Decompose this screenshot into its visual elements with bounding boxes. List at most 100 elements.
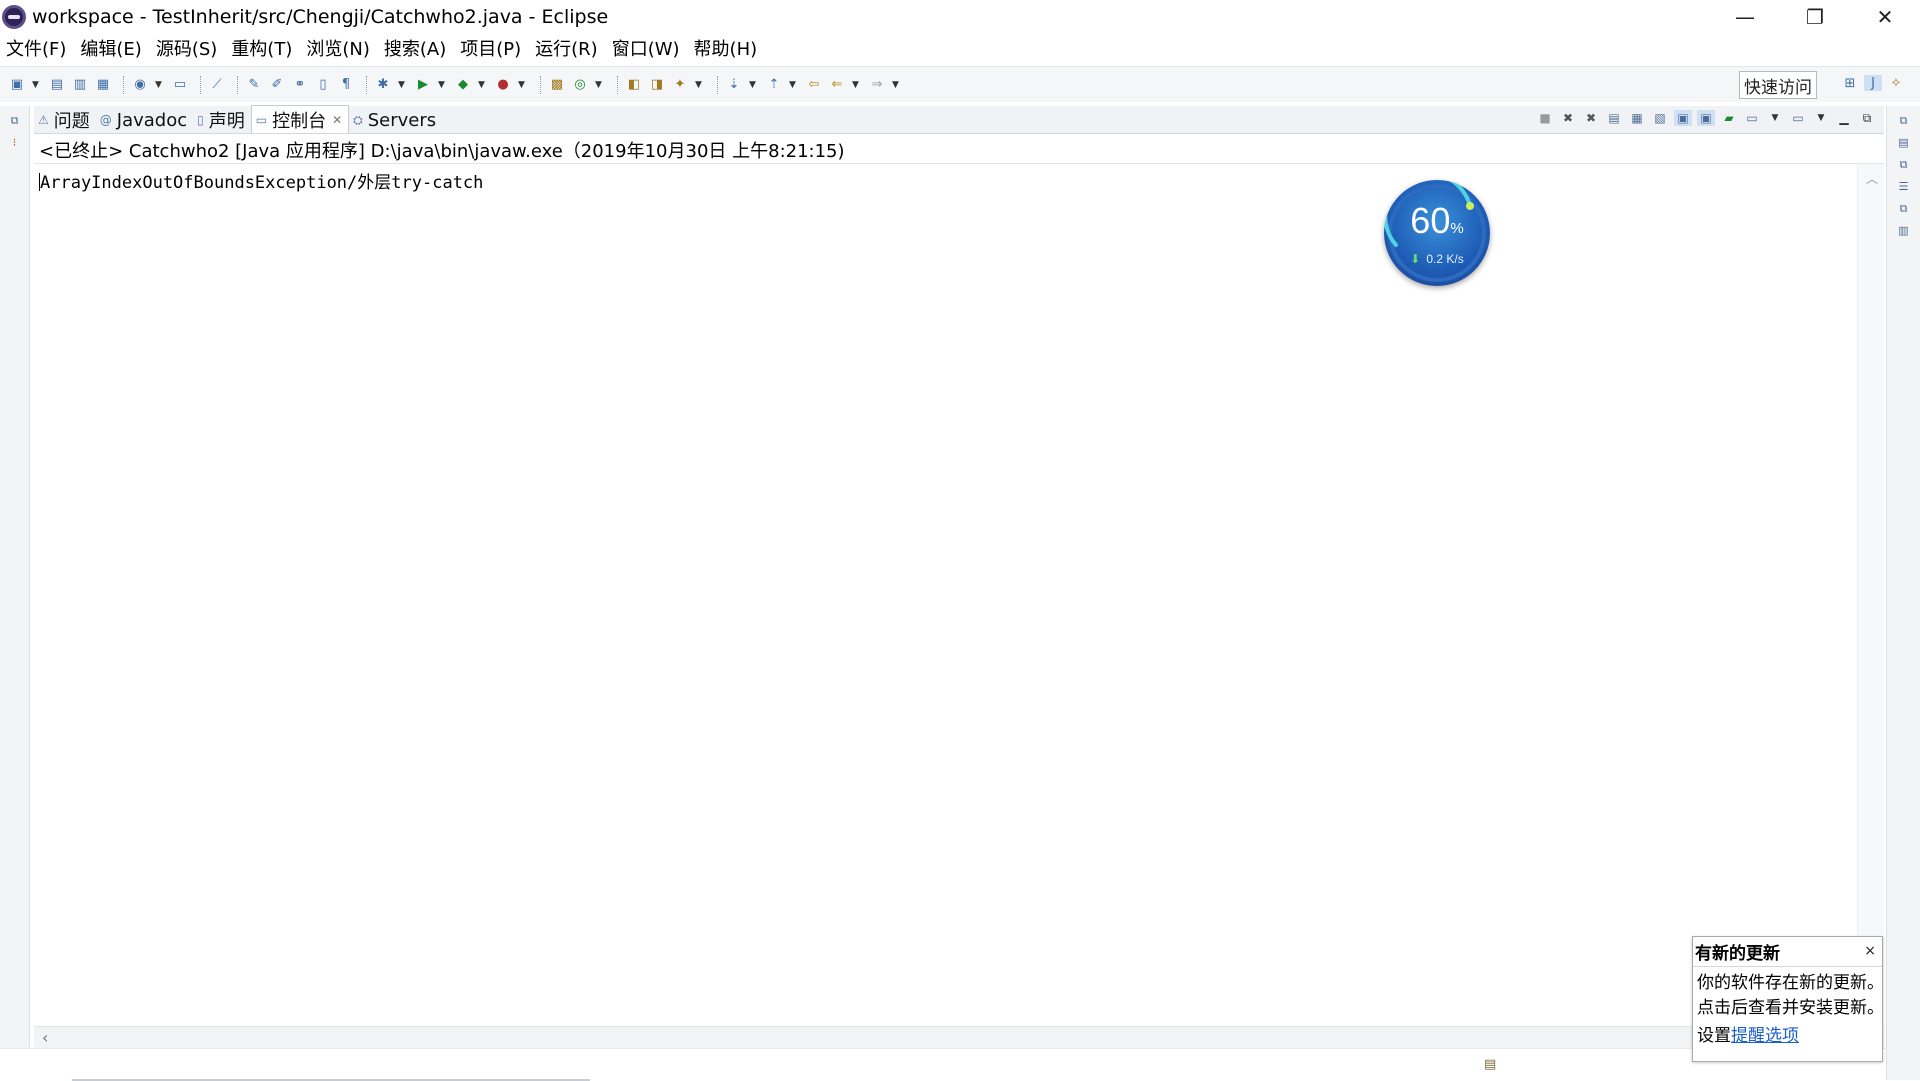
package-explorer-icon[interactable]: ⁝ — [8, 136, 22, 150]
restore-button[interactable]: ❐ — [1780, 0, 1850, 34]
toolbar-separator — [366, 75, 368, 94]
menu-refactor[interactable]: 重构(T) — [231, 35, 292, 61]
show-on-stdout-icon[interactable]: ▣ — [1674, 110, 1692, 126]
forward-icon[interactable]: ⇒ — [868, 77, 886, 93]
left-trim-bar: ⧉ ⁝ — [0, 106, 30, 1080]
quick-access-input[interactable]: 快速访问 — [1739, 71, 1817, 99]
last-edit-icon[interactable]: ⇦ — [805, 77, 823, 93]
save-all-icon[interactable]: ▥ — [71, 77, 89, 93]
debug-dropdown-icon[interactable]: ▼ — [397, 77, 406, 93]
clear-console-icon[interactable]: ▤ — [1605, 110, 1623, 126]
restore-icon[interactable]: ⧉ — [1897, 114, 1911, 128]
external-tools-dropdown-icon[interactable]: ▼ — [517, 77, 526, 93]
reminder-options-link[interactable]: 提醒选项 — [1731, 1026, 1799, 1046]
background-tasks-icon[interactable]: ▤ — [1484, 1057, 1496, 1072]
menu-edit[interactable]: 编辑(E) — [80, 35, 141, 61]
run-icon[interactable]: ▶ — [414, 77, 432, 93]
link-icon[interactable]: ⚭ — [291, 77, 309, 93]
run-dropdown-icon[interactable]: ▼ — [437, 77, 446, 93]
scroll-up-icon[interactable]: ︿ — [1866, 170, 1878, 187]
menu-help[interactable]: 帮助(H) — [694, 35, 758, 61]
previous-annotation-dropdown-icon[interactable]: ▼ — [788, 77, 797, 93]
perspective-switcher: ⊞ J ✧ — [1841, 75, 1910, 91]
open-console-dropdown-icon[interactable]: ▼ — [1812, 110, 1830, 126]
whitespace-icon[interactable]: ¶ — [337, 77, 355, 93]
coverage-dropdown-icon[interactable]: ▼ — [477, 77, 486, 93]
java-perspective-icon[interactable]: J — [1864, 75, 1882, 91]
coverage-icon[interactable]: ◆ — [454, 77, 472, 93]
print-icon[interactable]: ▦ — [94, 77, 112, 93]
restore-icon[interactable]: ⧉ — [1897, 202, 1911, 216]
save-icon[interactable]: ▤ — [48, 77, 66, 93]
tab-javadoc[interactable]: @ Javadoc — [96, 107, 193, 133]
skip-breakpoints-icon[interactable]: ⟋ — [208, 77, 226, 93]
open-type-icon[interactable]: ◧ — [625, 77, 643, 93]
open-perspective-icon[interactable]: ⊞ — [1841, 75, 1859, 91]
show-on-stderr-icon[interactable]: ▣ — [1697, 110, 1715, 126]
back-dropdown-icon[interactable]: ▼ — [851, 77, 860, 93]
close-tab-icon[interactable]: ✕ — [332, 113, 342, 127]
palette-icon[interactable]: ▥ — [1897, 224, 1911, 238]
restore-icon[interactable]: ⧉ — [1897, 158, 1911, 172]
scroll-left-icon[interactable]: ‹ — [42, 1028, 48, 1047]
new-icon[interactable]: ▣ — [8, 77, 26, 93]
minimize-view-icon[interactable]: ▁ — [1835, 110, 1853, 126]
notification-settings: 设置提醒选项 — [1697, 1024, 1878, 1049]
maximize-view-icon[interactable]: ⧉ — [1858, 110, 1876, 126]
remove-launch-icon[interactable]: ✖ — [1559, 110, 1577, 126]
menu-file[interactable]: 文件(F) — [6, 35, 66, 61]
vertical-scrollbar[interactable]: ︿ — [1857, 164, 1884, 1026]
java-ee-perspective-icon[interactable]: ✧ — [1887, 75, 1905, 91]
network-gauge-widget[interactable]: 60% ⬇ 0.2 K/s — [1384, 180, 1490, 286]
pin-console-icon[interactable]: ▰ — [1720, 110, 1738, 126]
console-output-text: ArrayIndexOutOfBoundsException/外层try-cat… — [40, 173, 484, 193]
menu-window[interactable]: 窗口(W) — [612, 35, 680, 61]
previous-annotation-icon[interactable]: ⇡ — [765, 77, 783, 93]
gauge-unit: % — [1450, 220, 1464, 237]
toggle-mark-icon[interactable]: ✎ — [245, 77, 263, 93]
menu-project[interactable]: 项目(P) — [460, 35, 521, 61]
notification-close-button[interactable]: × — [1864, 943, 1876, 959]
open-console-icon[interactable]: ▭ — [1789, 110, 1807, 126]
minimize-button[interactable]: — — [1710, 0, 1780, 34]
new-class-dropdown-icon[interactable]: ▼ — [594, 77, 603, 93]
search-icon[interactable]: ✦ — [671, 77, 689, 93]
word-wrap-icon[interactable]: ▧ — [1651, 110, 1669, 126]
open-resource-icon[interactable]: ◨ — [648, 77, 666, 93]
tab-declaration[interactable]: ▯ 声明 — [193, 107, 251, 133]
block-icon[interactable]: ▯ — [314, 77, 332, 93]
terminate-icon[interactable]: ■ — [1536, 110, 1554, 126]
display-console-dropdown-icon[interactable]: ▼ — [1766, 110, 1784, 126]
menu-search[interactable]: 搜索(A) — [384, 35, 446, 61]
tab-servers[interactable]: ⛭ Servers — [349, 107, 442, 133]
tab-problems[interactable]: ⚠ 问题 — [34, 107, 96, 133]
debug-icon[interactable]: ✱ — [374, 77, 392, 93]
back-icon[interactable]: ⇐ — [828, 77, 846, 93]
forward-dropdown-icon[interactable]: ▼ — [891, 77, 900, 93]
next-annotation-dropdown-icon[interactable]: ▼ — [748, 77, 757, 93]
debug-target-icon[interactable]: ◉ — [131, 77, 149, 93]
close-button[interactable]: ✕ — [1850, 0, 1920, 34]
task-list-icon[interactable]: ▤ — [1897, 136, 1911, 150]
menu-navigate[interactable]: 浏览(N) — [306, 35, 370, 61]
debug-target-dropdown-icon[interactable]: ▼ — [154, 77, 163, 93]
console-output-area[interactable]: ArrayIndexOutOfBoundsException/外层try-cat… — [34, 164, 1857, 1026]
scroll-lock-icon[interactable]: ▦ — [1628, 110, 1646, 126]
restore-icon[interactable]: ⧉ — [8, 114, 22, 128]
open-console-icon[interactable]: ▭ — [171, 77, 189, 93]
search-dropdown-icon[interactable]: ▼ — [694, 77, 703, 93]
menu-run[interactable]: 运行(R) — [535, 35, 598, 61]
display-console-icon[interactable]: ▭ — [1743, 110, 1761, 126]
new-dropdown-icon[interactable]: ▼ — [31, 77, 40, 93]
remove-all-terminated-icon[interactable]: ✖ — [1582, 110, 1600, 126]
annotation-icon[interactable]: ✐ — [268, 77, 286, 93]
tab-console[interactable]: ▭ 控制台 ✕ — [250, 105, 350, 133]
new-class-icon[interactable]: ◎ — [571, 77, 589, 93]
update-notification[interactable]: 有新的更新 × 你的软件存在新的更新。 点击后查看并安装更新。 设置提醒选项 — [1692, 936, 1884, 1062]
next-annotation-icon[interactable]: ⇣ — [725, 77, 743, 93]
menu-source[interactable]: 源码(S) — [156, 35, 217, 61]
horizontal-scrollbar[interactable]: ‹ — [34, 1026, 1884, 1048]
new-package-icon[interactable]: ▩ — [548, 77, 566, 93]
external-tools-icon[interactable]: ● — [494, 77, 512, 93]
outline-icon[interactable]: ☰ — [1897, 180, 1911, 194]
